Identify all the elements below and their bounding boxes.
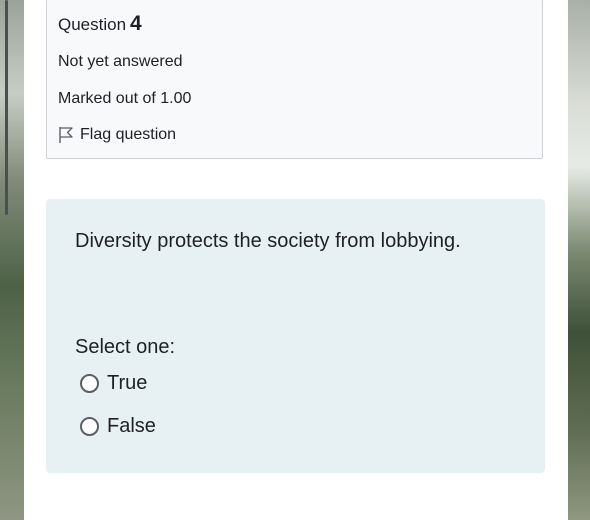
question-info-panel: Question 4 Not yet answered Marked out of… [46,0,543,159]
answer-option-false[interactable]: False [80,415,156,438]
flag-question-label: Flag question [80,126,177,143]
marks-info: Marked out of 1.00 [58,90,192,107]
background-photo-right [568,0,590,520]
question-heading: Question 4 [58,12,142,36]
answer-option-true[interactable]: True [80,372,147,395]
radio-button-true[interactable] [80,374,99,393]
question-text: Diversity protects the society from lobb… [75,230,461,252]
question-number: 4 [130,12,142,35]
flag-question-link[interactable]: Flag question [58,126,176,144]
flag-icon [58,126,74,144]
answer-label-true: True [107,372,148,394]
answer-label-false: False [107,415,156,437]
scrollbar-edge [5,0,8,215]
radio-button-false[interactable] [80,417,99,436]
background-photo-left [0,0,26,520]
question-content-panel: Diversity protects the society from lobb… [46,199,545,473]
answer-status: Not yet answered [58,53,183,70]
select-one-prompt: Select one: [75,336,176,358]
question-label: Question [58,15,127,34]
quiz-page: Question 4 Not yet answered Marked out of… [24,0,568,520]
